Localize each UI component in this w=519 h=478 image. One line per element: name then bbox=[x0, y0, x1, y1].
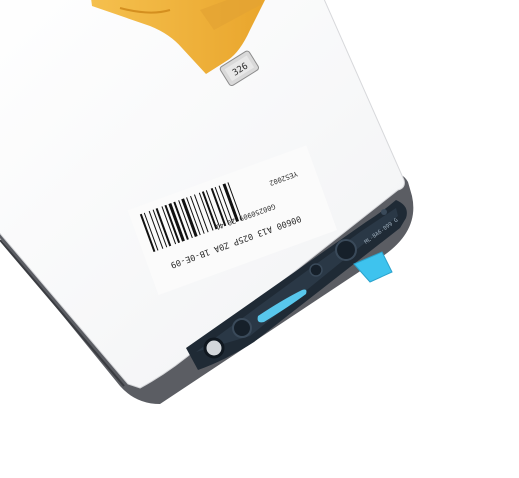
sensor-hole-small bbox=[309, 263, 323, 277]
front-camera-hole bbox=[232, 318, 252, 338]
lcd-assembly-photo: 326 00600 A13 025P Z0A 1B-0E-09 G0025090… bbox=[0, 0, 519, 478]
light-sensor-hole bbox=[335, 239, 357, 261]
corner-dot bbox=[381, 209, 387, 215]
proximity-sensor-hole bbox=[203, 337, 225, 359]
